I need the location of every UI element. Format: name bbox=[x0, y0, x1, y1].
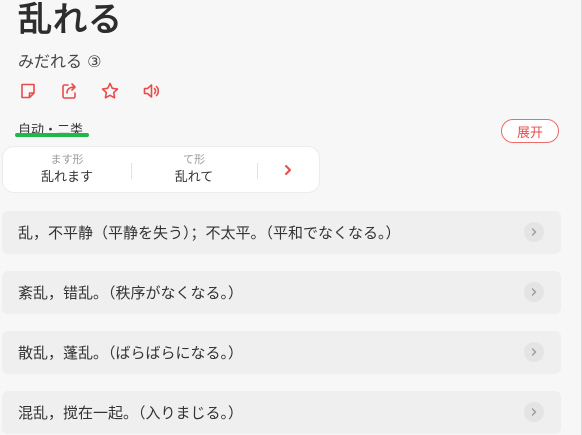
conjugation-te[interactable]: て形 乱れて bbox=[131, 147, 257, 194]
star-icon[interactable] bbox=[100, 81, 120, 101]
chevron-right-icon[interactable] bbox=[279, 161, 297, 179]
conjugation-value: 乱れます bbox=[40, 170, 93, 185]
chevron-right-icon bbox=[524, 222, 544, 242]
conjugation-value: 乱れて bbox=[174, 170, 214, 185]
meaning-text: 紊乱，错乱。（秩序がなくなる。） bbox=[18, 284, 244, 302]
share-icon[interactable] bbox=[59, 81, 79, 101]
meaning-text: 混乱，搅在一起。（入りまじる。） bbox=[18, 404, 244, 422]
conjugation-label: て形 bbox=[183, 153, 205, 166]
conjugation-label: ます形 bbox=[50, 153, 84, 166]
meaning-item[interactable]: 紊乱，错乱。（秩序がなくなる。） bbox=[2, 271, 561, 314]
meaning-item[interactable]: 乱，不平静（平静を失う）；不太平。（平和でなくなる。） bbox=[2, 211, 561, 254]
conjugation-card: ます形 乱れます て形 乱れて bbox=[2, 146, 320, 193]
word-toolbar bbox=[18, 81, 161, 101]
meaning-text: 乱，不平静（平静を失う）；不太平。（平和でなくなる。） bbox=[18, 224, 401, 242]
word-type-underline bbox=[15, 133, 89, 137]
meaning-text: 散乱，蓬乱。（ばらばらになる。） bbox=[18, 344, 244, 362]
word-title: 乱れる bbox=[18, 0, 123, 40]
conjugation-divider bbox=[257, 163, 258, 179]
speaker-icon[interactable] bbox=[141, 81, 161, 101]
meaning-item[interactable]: 散乱，蓬乱。（ばらばらになる。） bbox=[2, 331, 561, 374]
meaning-item[interactable]: 混乱，搅在一起。（入りまじる。） bbox=[2, 391, 561, 434]
chevron-right-icon bbox=[524, 282, 544, 302]
chevron-right-icon bbox=[524, 402, 544, 422]
word-reading: みだれる ③ bbox=[18, 52, 102, 71]
expand-button[interactable]: 展开 bbox=[501, 119, 559, 143]
note-icon[interactable] bbox=[18, 81, 38, 101]
chevron-right-icon bbox=[524, 342, 544, 362]
conjugation-masu[interactable]: ます形 乱れます bbox=[3, 147, 131, 194]
